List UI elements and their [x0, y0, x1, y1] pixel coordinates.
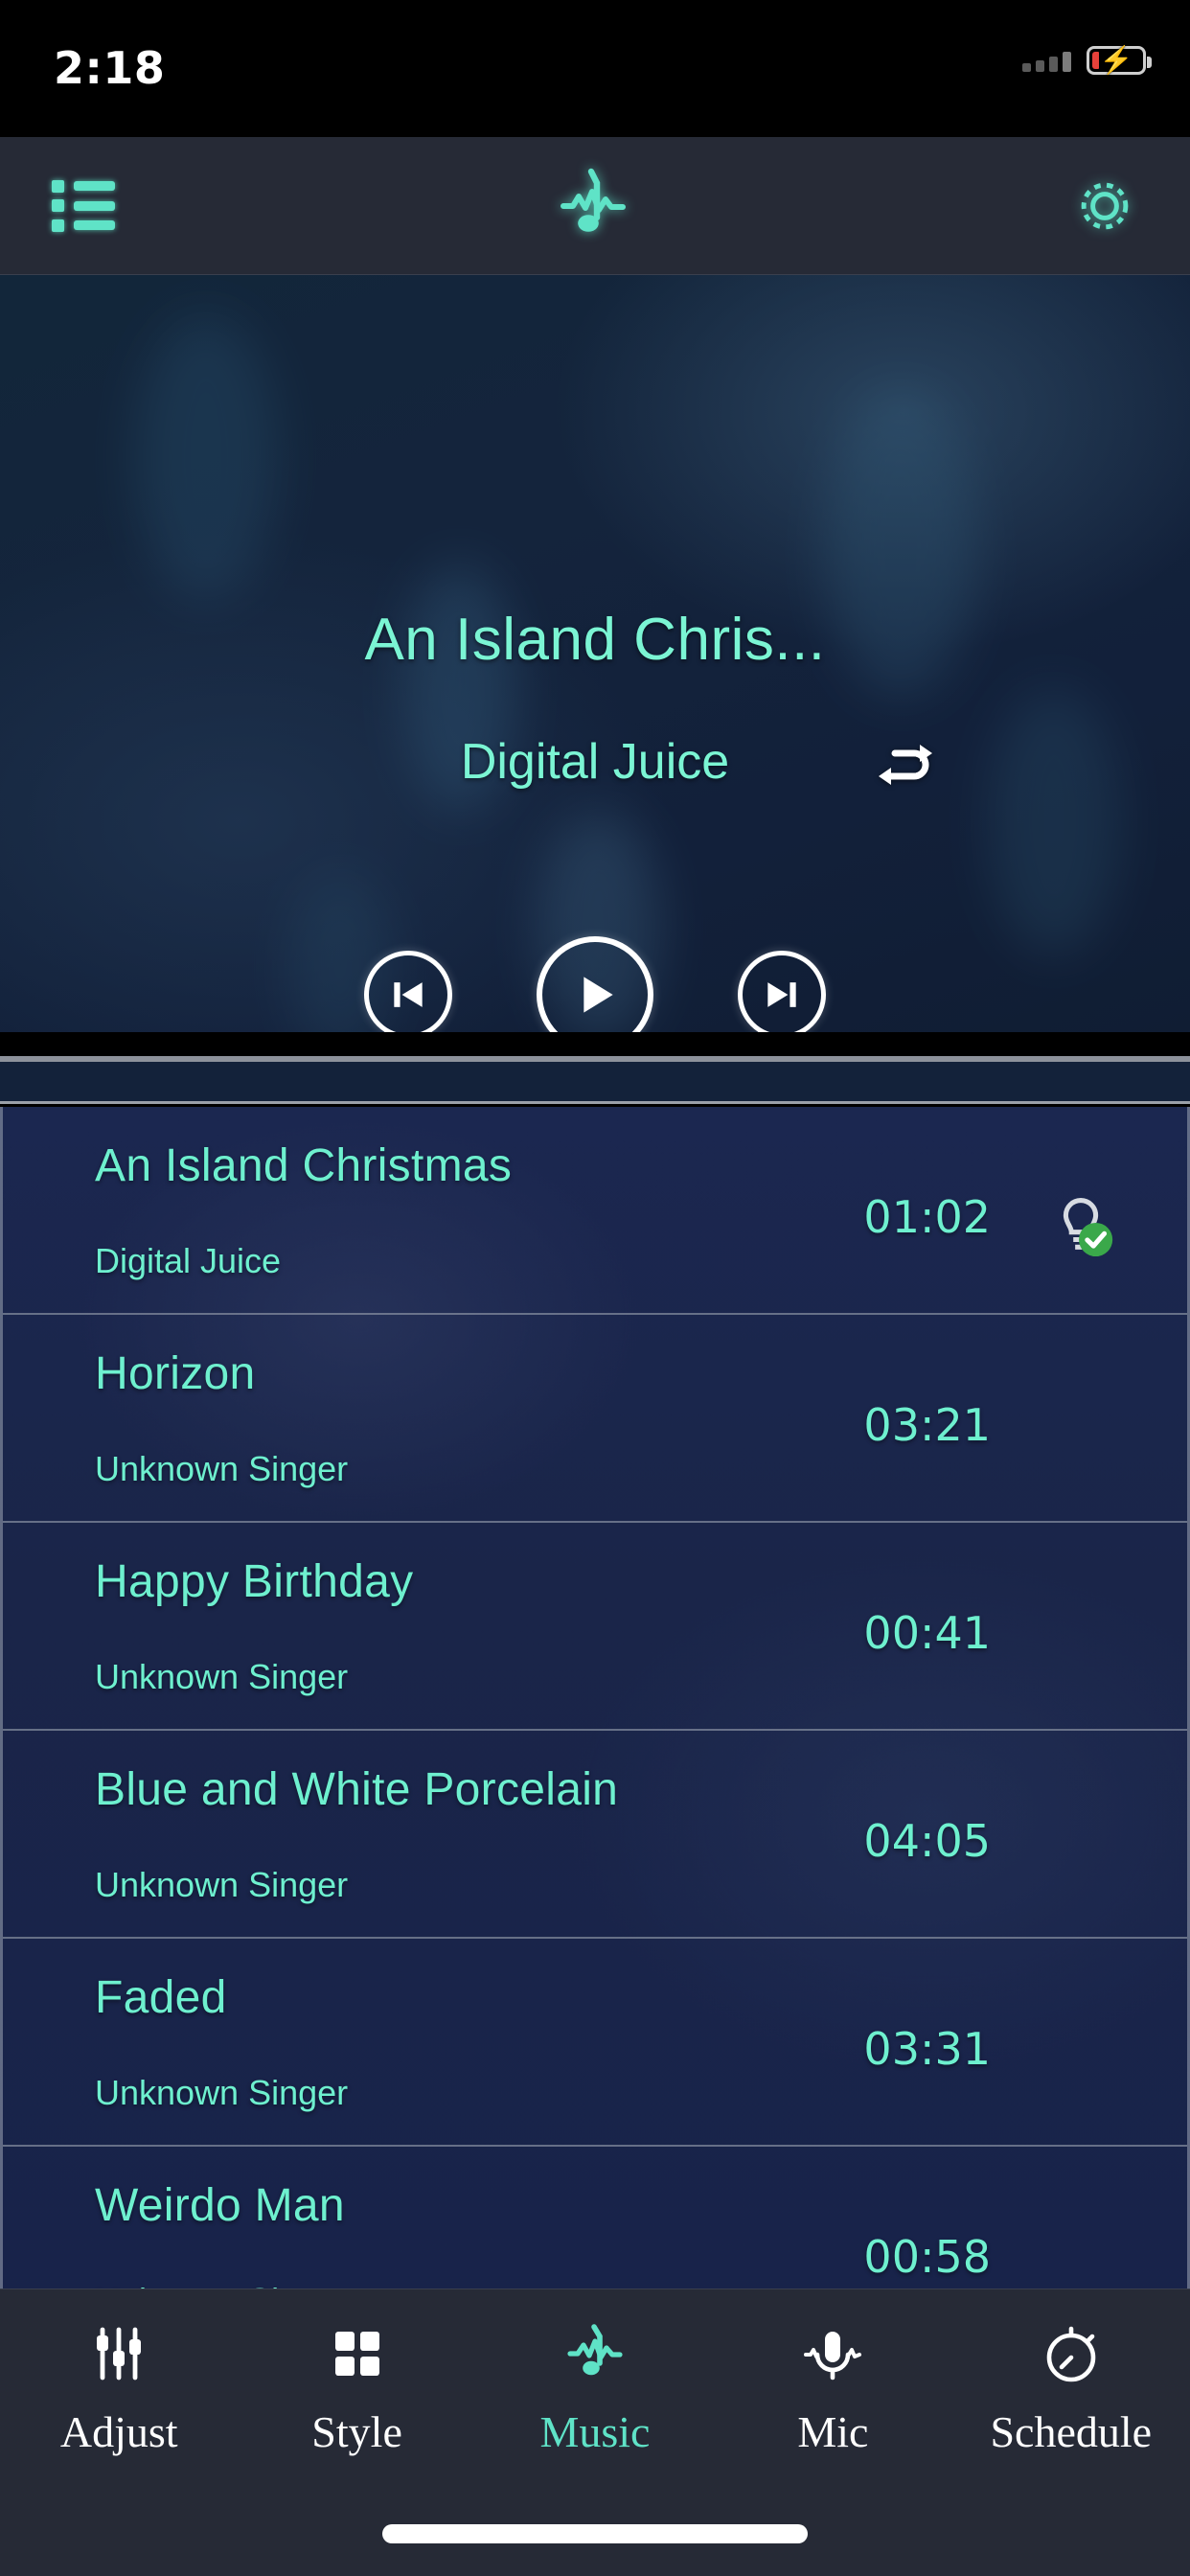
home-indicator[interactable]: [382, 2524, 808, 2543]
list-item[interactable]: Happy Birthday Unknown Singer 00:41: [3, 1523, 1187, 1731]
list-item[interactable]: An Island Christmas Digital Juice 01:02: [3, 1107, 1187, 1315]
track-artist: Unknown Singer: [95, 1657, 349, 1696]
music-wave-icon: [561, 168, 626, 232]
track-artist: Digital Juice: [95, 1241, 282, 1280]
top-navigation-bar: [0, 137, 1190, 275]
gear-icon: [1081, 182, 1129, 229]
tab-label: Schedule: [990, 2407, 1153, 2456]
settings-button[interactable]: [1071, 172, 1138, 240]
app-logo-button[interactable]: [558, 166, 629, 246]
playlist[interactable]: An Island Christmas Digital Juice 01:02 …: [0, 1107, 1190, 2288]
tab-style[interactable]: Style: [238, 2318, 475, 2457]
bulb-check-icon: [1063, 1198, 1113, 1257]
music-wave-icon: [566, 2318, 624, 2389]
track-duration: 00:41: [863, 1607, 991, 1659]
list-item[interactable]: Weirdo Man Unknown Singer 00:58: [3, 2147, 1187, 2288]
play-icon: [584, 977, 613, 1013]
status-indicators: ⚡: [1022, 46, 1152, 75]
track-duration: 00:58: [863, 2231, 991, 2283]
track-duration: 01:02: [863, 1191, 991, 1243]
track-title: Blue and White Porcelain: [95, 1764, 619, 1815]
list-item[interactable]: Blue and White Porcelain Unknown Singer …: [3, 1731, 1187, 1939]
microphone-icon: [803, 2318, 862, 2389]
battery-charging-icon: ⚡: [1087, 46, 1152, 75]
bottom-tab-bar: Adjust Style Music Mic Schedule: [0, 2288, 1190, 2576]
playlist-top-band: [0, 1062, 1190, 1104]
stopwatch-icon: [1042, 2318, 1100, 2389]
tab-mic[interactable]: Mic: [714, 2318, 951, 2457]
tab-adjust[interactable]: Adjust: [0, 2318, 238, 2457]
track-duration: 04:05: [863, 1815, 991, 1867]
tab-music[interactable]: Music: [476, 2318, 714, 2457]
status-clock: 2:18: [54, 42, 166, 94]
playlist-list-button[interactable]: [52, 179, 115, 232]
transport-controls: [0, 936, 1190, 1032]
now-playing-artist-row: Digital Juice: [0, 733, 1190, 791]
play-button[interactable]: [537, 936, 653, 1032]
repeat-icon: [879, 745, 932, 785]
repeat-button[interactable]: [874, 737, 937, 797]
track-title: Weirdo Man: [95, 2180, 345, 2231]
next-track-button[interactable]: [738, 951, 826, 1032]
list-icon: [52, 179, 115, 232]
tab-label: Adjust: [59, 2407, 178, 2456]
track-title: Faded: [95, 1972, 227, 2023]
tab-label: Style: [311, 2407, 402, 2456]
track-duration: 03:21: [863, 1399, 991, 1451]
grid-squares-icon: [330, 2318, 385, 2389]
track-artist: Unknown Singer: [95, 2281, 348, 2288]
list-item[interactable]: Horizon Unknown Singer 03:21: [3, 1315, 1187, 1523]
track-title: Happy Birthday: [95, 1556, 414, 1607]
track-artist: Unknown Singer: [95, 1865, 349, 1904]
signal-dots-icon: [1022, 49, 1071, 72]
previous-track-icon: [394, 982, 423, 1007]
now-playing-title: An Island Chris...: [364, 607, 826, 673]
track-title: Horizon: [95, 1348, 256, 1399]
status-bar: 2:18 ⚡: [0, 0, 1190, 137]
track-artist: Unknown Singer: [95, 1449, 349, 1488]
list-item[interactable]: Faded Unknown Singer 03:31: [3, 1939, 1187, 2147]
next-track-icon: [767, 982, 796, 1007]
tab-label: Mic: [797, 2407, 869, 2456]
tab-schedule[interactable]: Schedule: [952, 2318, 1190, 2457]
sliders-icon: [91, 2318, 147, 2389]
app-screen: 2:18 ⚡ An Island Chris... Digital Juice …: [0, 0, 1190, 2576]
previous-track-button[interactable]: [364, 951, 452, 1032]
track-duration: 03:31: [863, 2023, 991, 2075]
now-playing-artist: Digital Juice: [460, 734, 730, 790]
now-playing-panel: An Island Chris... Digital Juice: [0, 275, 1190, 1032]
track-artist: Unknown Singer: [95, 2073, 349, 2112]
track-title: An Island Christmas: [95, 1140, 513, 1191]
tab-label: Music: [539, 2407, 651, 2456]
